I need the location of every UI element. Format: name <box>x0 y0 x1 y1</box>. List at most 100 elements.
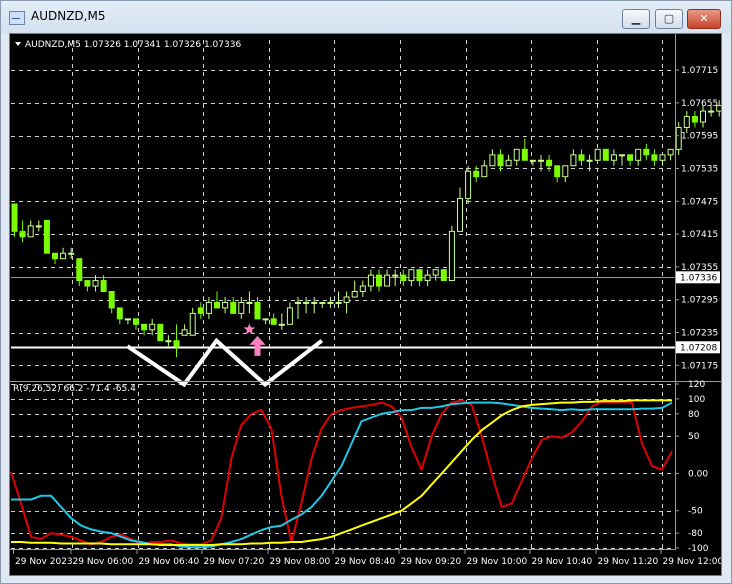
candlesticks <box>11 100 721 358</box>
candle-body <box>35 225 42 228</box>
candle-body <box>489 154 496 167</box>
candle-body <box>230 301 237 314</box>
candle-body <box>278 323 285 326</box>
horizontal-price-lines <box>11 277 675 349</box>
candle-body <box>432 269 439 276</box>
chart-menu-triangle-icon[interactable] <box>15 42 21 46</box>
candle-body <box>578 154 585 161</box>
indicator-axis-label: 80 <box>688 410 700 420</box>
terminal-window: AUDNZD,M5 ▁ ▢ ✕ 1.07715 1.07655 1.07595 1.0… <box>0 0 732 584</box>
indicator-axis-label: -100 <box>688 544 709 554</box>
time-axis-label: 29 Nov 06:40 <box>139 557 200 567</box>
candle-body <box>465 170 472 200</box>
candle-body <box>513 148 520 161</box>
price-axis-label: 1.07415 <box>681 230 718 240</box>
indicator-title: R(9,26,52) 66.2 -71.4 -65.4 <box>13 384 136 394</box>
candle-body <box>311 301 318 304</box>
candle-body <box>351 291 358 298</box>
candle-body <box>562 165 569 178</box>
candle-body <box>457 198 463 232</box>
title-bar[interactable]: AUDNZD,M5 ▁ ▢ ✕ <box>1 1 731 33</box>
candle-body <box>448 230 455 282</box>
candle-body <box>691 116 698 123</box>
candle-body <box>708 110 715 113</box>
price-tag-label: 1.07208 <box>680 343 717 353</box>
close-button[interactable]: ✕ <box>687 9 721 29</box>
candle-body <box>124 318 131 321</box>
maximize-button[interactable]: ▢ <box>655 9 683 29</box>
window-title: AUDNZD,M5 <box>31 9 106 23</box>
candle-body <box>43 219 50 254</box>
candle-body <box>602 148 609 161</box>
price-axis-label: 1.07235 <box>681 329 718 339</box>
minimize-button[interactable]: ▁ <box>622 9 650 29</box>
candle-body <box>643 148 650 156</box>
star-marker-icon <box>243 323 256 335</box>
candle-body <box>416 269 423 282</box>
candle-body <box>303 301 310 304</box>
candle-body <box>538 159 544 162</box>
candle-body <box>505 159 512 167</box>
time-axis-label: 29 Nov 07:20 <box>204 557 265 567</box>
time-axis-label: 29 Nov 10:40 <box>532 557 593 567</box>
candle-body <box>222 301 229 309</box>
candle-body <box>133 318 139 325</box>
candle-body <box>359 285 366 293</box>
time-axis-label: 29 Nov 12:00 <box>663 557 722 567</box>
candle-body <box>376 274 382 287</box>
candle-body <box>246 301 253 304</box>
candle-body <box>60 252 67 260</box>
candle-body <box>214 301 220 309</box>
indicator-axis-label: 0.00 <box>688 469 708 479</box>
time-axis-label: 29 Nov 10:00 <box>467 557 528 567</box>
price-axis-label: 1.07715 <box>681 66 718 76</box>
candle-body <box>659 154 666 161</box>
indicator-axis-label: 50 <box>688 432 700 442</box>
time-axis-label: 29 Nov 06:00 <box>73 557 134 567</box>
time-axis-label: 29 Nov 2023 <box>15 557 73 567</box>
candle-body <box>367 274 374 287</box>
candle-body <box>424 274 431 282</box>
candle-body <box>627 154 634 161</box>
candle-body <box>384 274 391 287</box>
candle-body <box>481 165 488 178</box>
candle-body <box>27 225 34 238</box>
candle-body <box>392 274 399 277</box>
candle-body <box>295 301 301 304</box>
candle-body <box>327 301 334 304</box>
candle-body <box>149 323 156 331</box>
candle-body <box>594 148 601 161</box>
candle-body <box>238 301 245 314</box>
price-axis-label: 1.07655 <box>681 99 718 109</box>
price-axis-label: 1.07175 <box>681 361 718 371</box>
time-axis-label: 29 Nov 11:20 <box>598 557 659 567</box>
candle-body <box>157 323 164 342</box>
candle-body <box>286 307 293 325</box>
candle-body <box>473 170 480 178</box>
candle-body <box>529 159 536 162</box>
candle-body <box>52 252 58 260</box>
candle-body <box>319 301 326 304</box>
main-chart-info: AUDNZD,M5 1.07326 1.07341 1.07326 1.0733… <box>15 40 241 50</box>
candle-body <box>610 154 617 161</box>
candle-body <box>440 269 447 282</box>
candle-body <box>700 110 706 123</box>
candle-body <box>343 296 350 303</box>
indicator-series-line <box>11 399 672 546</box>
indicator-series-line <box>10 399 673 546</box>
candle-body <box>173 340 180 347</box>
candle-body <box>68 252 75 255</box>
candle-body <box>635 148 642 161</box>
main-chart-title: AUDNZD,M5 1.07326 1.07341 1.07326 1.0733… <box>25 40 241 50</box>
indicator-series-line <box>11 401 673 549</box>
candle-body <box>521 148 528 161</box>
candle-body <box>141 323 148 331</box>
indicator-axis-label: -50 <box>688 507 703 517</box>
candle-body <box>100 280 107 293</box>
candle-body <box>651 154 658 161</box>
candle-body <box>116 307 123 320</box>
candle-body <box>497 154 504 167</box>
candle-body <box>408 269 415 282</box>
chart-area[interactable]: 1.07715 1.07655 1.07595 1.07535 1.07475 1.074… <box>9 33 722 576</box>
chart-canvas[interactable]: 1.07715 1.07655 1.07595 1.07535 1.07475 1.074… <box>10 34 721 575</box>
